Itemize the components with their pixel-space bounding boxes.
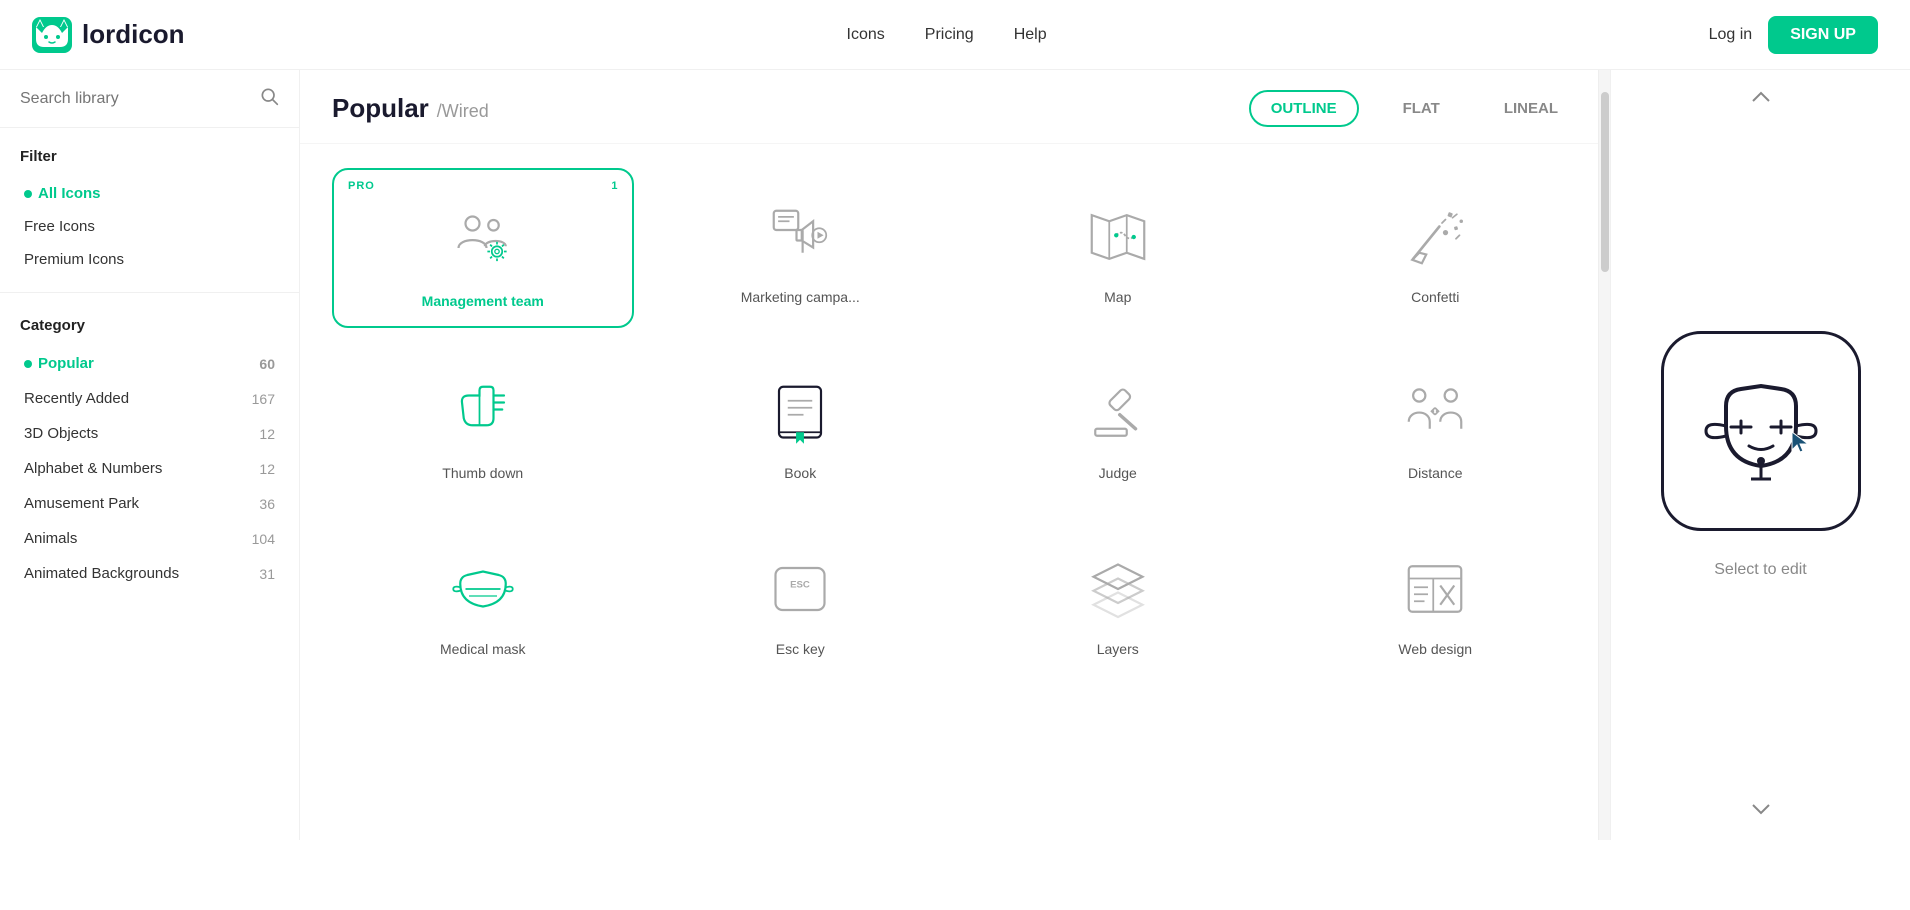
icon-label: Management team bbox=[422, 293, 544, 309]
filter-free-icons[interactable]: Free Icons bbox=[20, 210, 279, 243]
icon-svg-book bbox=[760, 373, 840, 453]
icon-svg-distance bbox=[1395, 373, 1475, 453]
category-recently-added[interactable]: Recently Added 167 bbox=[20, 381, 279, 416]
icon-svg-medical-mask bbox=[443, 549, 523, 629]
icon-label: Thumb down bbox=[442, 465, 523, 481]
active-dot bbox=[24, 360, 32, 368]
icon-card-medical-mask[interactable]: Medical mask bbox=[332, 520, 634, 680]
style-lineal-button[interactable]: LINEAL bbox=[1484, 92, 1578, 125]
scroll-up-arrow[interactable] bbox=[1751, 91, 1771, 103]
content-title: Popular /Wired bbox=[332, 93, 489, 124]
icons-grid: PRO 1 bbox=[300, 144, 1610, 840]
main-layout: Filter All Icons Free Icons Premium Icon… bbox=[0, 70, 1910, 840]
icon-svg-marketing-campaign bbox=[760, 197, 840, 277]
style-filters: OUTLINE FLAT LINEAL bbox=[1249, 90, 1578, 127]
nav-help[interactable]: Help bbox=[1014, 26, 1047, 44]
icon-card-esc-key[interactable]: ESC Esc key bbox=[650, 520, 952, 680]
filter-section: Filter All Icons Free Icons Premium Icon… bbox=[0, 128, 299, 284]
icon-card-map[interactable]: Map bbox=[967, 168, 1269, 328]
divider bbox=[0, 292, 299, 293]
header-actions: Log in SIGN UP bbox=[1709, 16, 1878, 54]
nav-pricing[interactable]: Pricing bbox=[925, 26, 974, 44]
logo[interactable]: lordicon bbox=[32, 17, 185, 53]
content-scrollbar[interactable] bbox=[1598, 70, 1610, 840]
icon-label: Web design bbox=[1398, 641, 1472, 657]
category-alphabet-numbers[interactable]: Alphabet & Numbers 12 bbox=[20, 451, 279, 486]
icon-svg-judge bbox=[1078, 373, 1158, 453]
category-section: Category Popular 60 Recently Added 167 bbox=[0, 301, 299, 599]
icon-card-book[interactable]: Book bbox=[650, 344, 952, 504]
content-header: Popular /Wired OUTLINE FLAT LINEAL bbox=[300, 70, 1610, 144]
icon-card-confetti[interactable]: Confetti bbox=[1285, 168, 1587, 328]
icon-card-distance[interactable]: Distance bbox=[1285, 344, 1587, 504]
nav-icons[interactable]: Icons bbox=[847, 26, 885, 44]
icon-svg-management-team bbox=[443, 201, 523, 281]
icon-label: Marketing campa... bbox=[741, 289, 860, 305]
icon-card-judge[interactable]: Judge bbox=[967, 344, 1269, 504]
style-flat-button[interactable]: FLAT bbox=[1383, 92, 1460, 125]
filter-title: Filter bbox=[20, 148, 279, 165]
svg-text:ESC: ESC bbox=[790, 579, 810, 590]
preview-icon-box bbox=[1661, 331, 1861, 531]
cursor-icon bbox=[1790, 430, 1810, 460]
login-button[interactable]: Log in bbox=[1709, 26, 1753, 44]
signup-button[interactable]: SIGN UP bbox=[1768, 16, 1878, 54]
icon-label: Judge bbox=[1099, 465, 1137, 481]
icon-label: Distance bbox=[1408, 465, 1462, 481]
icon-label: Layers bbox=[1097, 641, 1139, 657]
icon-card-web-design[interactable]: Web design bbox=[1285, 520, 1587, 680]
main-nav: Icons Pricing Help bbox=[847, 26, 1047, 44]
icon-label: Medical mask bbox=[440, 641, 526, 657]
logo-text: lordicon bbox=[82, 19, 185, 50]
header: lordicon Icons Pricing Help Log in SIGN … bbox=[0, 0, 1910, 70]
style-outline-button[interactable]: OUTLINE bbox=[1249, 90, 1359, 127]
sidebar: Filter All Icons Free Icons Premium Icon… bbox=[0, 70, 300, 840]
logo-icon bbox=[32, 17, 72, 53]
search-bar bbox=[0, 70, 299, 128]
scroll-down-arrow[interactable] bbox=[1751, 803, 1771, 815]
content-area: Popular /Wired OUTLINE FLAT LINEAL PRO 1 bbox=[300, 70, 1610, 840]
icon-svg-confetti bbox=[1395, 197, 1475, 277]
category-amusement-park[interactable]: Amusement Park 36 bbox=[20, 486, 279, 521]
scrollbar-thumb bbox=[1601, 92, 1609, 272]
active-dot bbox=[24, 190, 32, 198]
icon-svg-esc-key: ESC bbox=[760, 549, 840, 629]
category-popular[interactable]: Popular 60 bbox=[20, 346, 279, 381]
category-title: Category bbox=[20, 317, 279, 334]
icon-card-marketing-campaign[interactable]: Marketing campa... bbox=[650, 168, 952, 328]
icon-card-management-team[interactable]: PRO 1 bbox=[332, 168, 634, 328]
filter-premium-icons[interactable]: Premium Icons bbox=[20, 243, 279, 276]
search-input[interactable] bbox=[20, 90, 259, 108]
category-3d-objects[interactable]: 3D Objects 12 bbox=[20, 416, 279, 451]
preview-panel: Select to edit bbox=[1610, 70, 1910, 840]
pro-number: 1 bbox=[611, 180, 617, 192]
icon-svg-map bbox=[1078, 197, 1158, 277]
icon-svg-web-design bbox=[1395, 549, 1475, 629]
icon-label: Book bbox=[784, 465, 816, 481]
pro-badge: PRO bbox=[348, 180, 375, 192]
icon-svg-layers bbox=[1078, 549, 1158, 629]
icon-svg-thumb-down bbox=[443, 373, 523, 453]
icon-card-thumb-down[interactable]: Thumb down bbox=[332, 344, 634, 504]
section-subtitle: /Wired bbox=[437, 101, 489, 122]
category-animals[interactable]: Animals 104 bbox=[20, 521, 279, 556]
icon-label: Confetti bbox=[1411, 289, 1459, 305]
search-icon[interactable] bbox=[259, 86, 279, 111]
sidebar-scroll-area: Filter All Icons Free Icons Premium Icon… bbox=[0, 128, 299, 840]
category-animated-backgrounds[interactable]: Animated Backgrounds 31 bbox=[20, 556, 279, 591]
icon-card-layers[interactable]: Layers bbox=[967, 520, 1269, 680]
icon-label: Map bbox=[1104, 289, 1131, 305]
filter-all-icons[interactable]: All Icons bbox=[20, 177, 279, 210]
select-to-edit-label: Select to edit bbox=[1714, 561, 1807, 579]
section-title: Popular bbox=[332, 93, 429, 124]
icon-label: Esc key bbox=[776, 641, 825, 657]
